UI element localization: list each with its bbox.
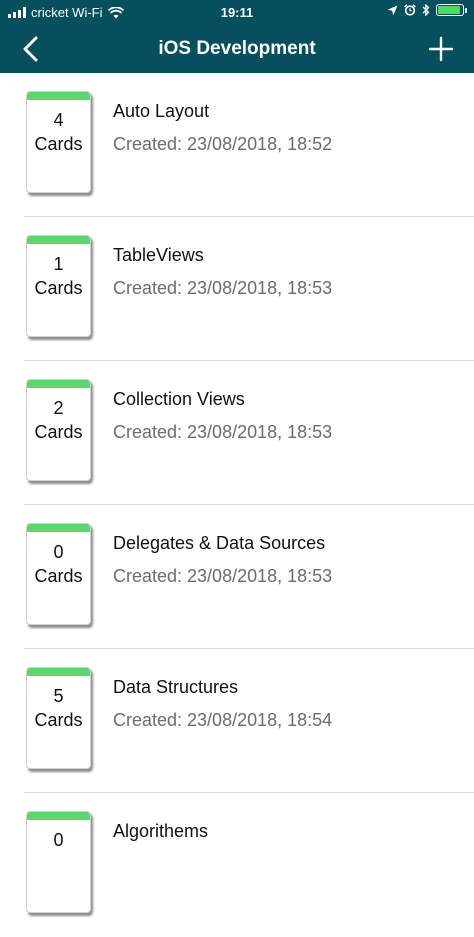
- bluetooth-icon: [422, 4, 430, 16]
- card-count: 0: [53, 830, 64, 850]
- deck-created: Created: 23/08/2018, 18:53: [113, 278, 333, 298]
- status-icons: [387, 4, 467, 16]
- battery-icon: [436, 4, 467, 16]
- list-item[interactable]: 0 Cards Delegates & Data Sources Created…: [0, 505, 474, 649]
- deck-title: Data Structures: [113, 677, 239, 697]
- card-count: 2: [53, 398, 64, 418]
- card-count-tile: 0 Cards: [26, 523, 91, 625]
- deck-title: Delegates & Data Sources: [113, 533, 326, 553]
- deck-title: Algorithems: [113, 821, 209, 841]
- card-stripe: [27, 668, 90, 676]
- deck-created: Created: 23/08/2018, 18:53: [113, 566, 333, 586]
- card-count: 0: [53, 542, 64, 562]
- card-count-tile: 4 Cards: [26, 91, 91, 193]
- card-stripe: [27, 236, 90, 244]
- card-count-unit: Cards: [34, 278, 83, 298]
- card-count: 4: [53, 110, 64, 130]
- card-count-tile: 5 Cards: [26, 667, 91, 769]
- deck-title: Auto Layout: [113, 101, 210, 121]
- deck-list: 4 Cards Auto Layout Created: 23/08/2018,…: [0, 73, 474, 937]
- card-count-unit: Cards: [34, 422, 83, 442]
- card-count-unit: Cards: [34, 710, 83, 730]
- card-stripe: [27, 92, 90, 100]
- alarm-icon: [404, 4, 416, 16]
- card-count-tile: 2 Cards: [26, 379, 91, 481]
- card-stripe: [27, 380, 90, 388]
- deck-created: Created: 23/08/2018, 18:54: [113, 710, 333, 730]
- deck-title: TableViews: [113, 245, 204, 265]
- card-stripe: [27, 812, 90, 820]
- nav-bar: cricket Wi-Fi 19:11 iOS Development: [0, 0, 474, 73]
- list-item[interactable]: 2 Cards Collection Views Created: 23/08/…: [0, 361, 474, 505]
- card-count-unit: Cards: [34, 566, 83, 586]
- list-item[interactable]: 0 Algorithems: [0, 793, 474, 937]
- card-count: 1: [53, 254, 64, 274]
- add-deck-button[interactable]: [428, 36, 454, 62]
- page-title: iOS Development: [158, 38, 316, 59]
- card-count-tile: 1 Cards: [26, 235, 91, 337]
- deck-title: Collection Views: [113, 389, 245, 409]
- deck-created: Created: 23/08/2018, 18:53: [113, 422, 333, 442]
- card-count-tile: 0: [26, 811, 91, 913]
- list-item[interactable]: 4 Cards Auto Layout Created: 23/08/2018,…: [0, 73, 474, 217]
- card-stripe: [27, 524, 90, 532]
- deck-created: Created: 23/08/2018, 18:52: [113, 134, 333, 154]
- list-item[interactable]: 5 Cards Data Structures Created: 23/08/2…: [0, 649, 474, 793]
- card-count: 5: [53, 686, 64, 706]
- card-count-unit: Cards: [34, 134, 83, 154]
- location-icon: [387, 5, 398, 15]
- status-bar: cricket Wi-Fi 19:11: [0, 0, 474, 26]
- list-item[interactable]: 1 Cards TableViews Created: 23/08/2018, …: [0, 217, 474, 361]
